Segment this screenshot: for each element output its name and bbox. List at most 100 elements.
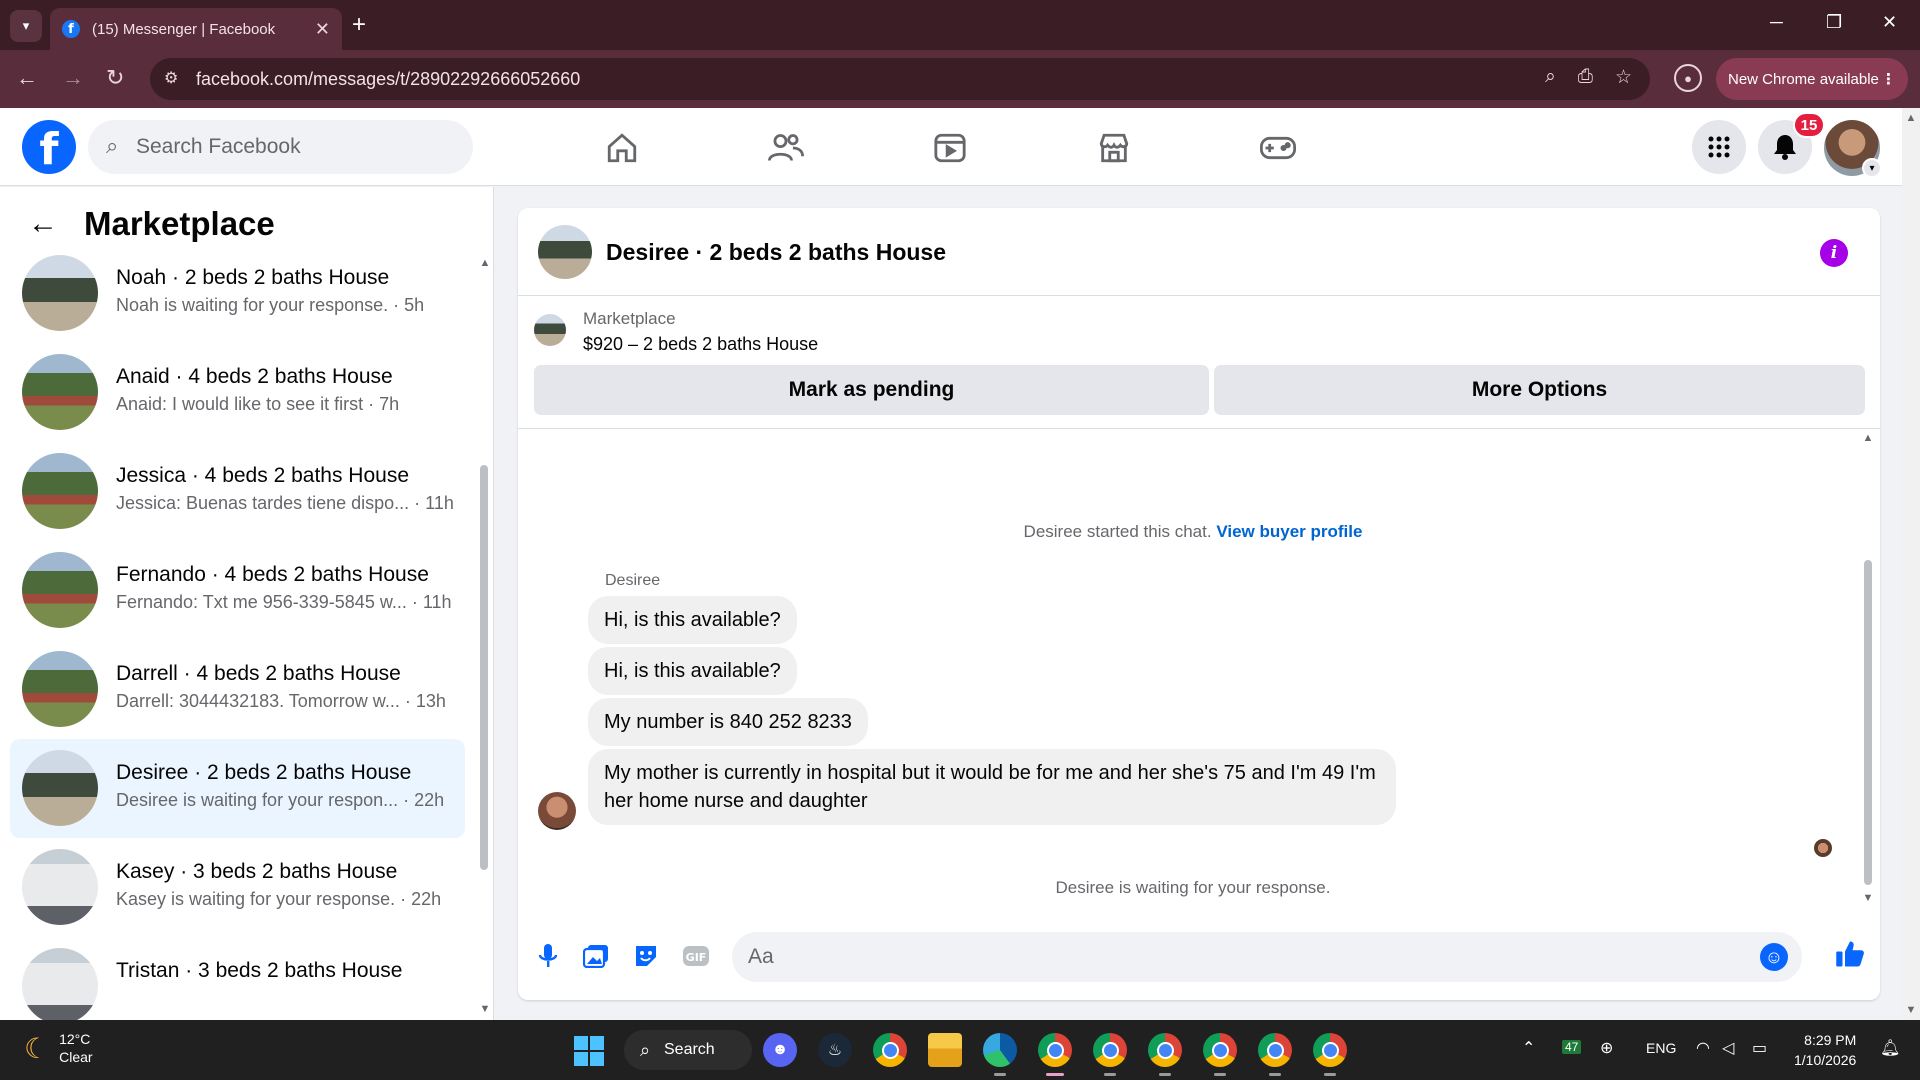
steam-icon[interactable]: ♨ bbox=[818, 1033, 852, 1067]
file-explorer-icon[interactable] bbox=[928, 1033, 962, 1067]
tab-close-icon[interactable]: ✕ bbox=[315, 19, 330, 40]
volume-icon[interactable]: ◁ bbox=[1722, 1038, 1734, 1058]
thumbs-up-icon[interactable] bbox=[1834, 938, 1866, 970]
url-text: facebook.com/messages/t/2890229266605266… bbox=[196, 68, 581, 89]
scroll-up-icon[interactable]: ▲ bbox=[1861, 432, 1875, 444]
new-chrome-available-button[interactable]: New Chrome available ⋮ bbox=[1716, 58, 1908, 100]
scroll-up-icon[interactable]: ▲ bbox=[1904, 112, 1918, 124]
discord-icon[interactable]: ☻ bbox=[763, 1033, 797, 1067]
messages-scrollbar[interactable]: ▲ ▼ bbox=[1861, 430, 1875, 910]
windows-start-icon[interactable] bbox=[574, 1036, 604, 1066]
sidebar-scroll-thumb[interactable] bbox=[480, 465, 488, 870]
chrome-profile-window-icon[interactable] bbox=[1203, 1033, 1237, 1076]
conversation-thumbnail bbox=[22, 948, 98, 1020]
conversation-item[interactable]: Noah · 2 beds 2 baths House Noah is waiti… bbox=[10, 244, 465, 343]
sender-avatar[interactable] bbox=[538, 792, 576, 830]
mark-as-pending-button[interactable]: Mark as pending bbox=[534, 365, 1209, 415]
conversation-item[interactable]: Fernando · 4 beds 2 baths House Fernando:… bbox=[10, 541, 465, 640]
listing-thumbnail[interactable] bbox=[534, 314, 566, 346]
message-input[interactable]: Aa ☺ bbox=[732, 932, 1802, 982]
bookmark-star-icon[interactable]: ☆ bbox=[1615, 66, 1632, 89]
taskbar-clock[interactable]: 8:29 PM 1/10/2026 bbox=[1794, 1030, 1856, 1070]
conversation-title: Kasey · 3 beds 2 baths House bbox=[116, 860, 398, 883]
minimize-icon[interactable]: ─ bbox=[1770, 12, 1783, 33]
network-globe-icon[interactable]: ⊕ bbox=[1600, 1038, 1613, 1058]
photo-icon[interactable] bbox=[582, 942, 610, 970]
scroll-down-icon[interactable]: ▼ bbox=[1904, 1004, 1918, 1016]
browser-tab[interactable]: f (15) Messenger | Facebook ✕ bbox=[50, 8, 342, 50]
zoom-icon[interactable]: ⌕ bbox=[1545, 66, 1556, 89]
taskbar-search[interactable]: ⌕ Search bbox=[624, 1030, 752, 1070]
tab-search-button[interactable]: ▾ bbox=[10, 10, 42, 42]
close-window-icon[interactable]: ✕ bbox=[1882, 12, 1897, 33]
clock-date: 1/10/2026 bbox=[1794, 1052, 1857, 1068]
reload-icon[interactable]: ↻ bbox=[106, 66, 124, 90]
site-info-icon[interactable]: ⚙ bbox=[164, 68, 178, 88]
chrome-profile-icon[interactable]: ● bbox=[1674, 64, 1702, 92]
weather-widget[interactable]: ☾ 12°C Clear bbox=[24, 1030, 93, 1066]
view-buyer-profile-link[interactable]: View buyer profile bbox=[1216, 522, 1362, 541]
conversation-item[interactable]: Tristan · 3 beds 2 baths House bbox=[10, 937, 465, 1020]
facebook-search-input[interactable]: ⌕ Search Facebook bbox=[88, 120, 473, 174]
sidebar-scrollbar[interactable]: ▲ ▼ bbox=[478, 187, 492, 1020]
chat-listing-avatar[interactable] bbox=[538, 225, 592, 279]
gif-icon[interactable]: GIF bbox=[682, 942, 710, 970]
chrome-icon[interactable] bbox=[873, 1033, 907, 1067]
chrome-profile-window-icon[interactable] bbox=[1258, 1033, 1292, 1076]
facebook-logo-icon[interactable]: f bbox=[22, 120, 76, 174]
conversation-item[interactable]: Darrell · 4 beds 2 baths House Darrell: 3… bbox=[10, 640, 465, 739]
address-bar[interactable]: ⚙ facebook.com/messages/t/28902292666052… bbox=[150, 58, 1650, 100]
tray-chevron-up-icon[interactable]: ⌃ bbox=[1522, 1038, 1535, 1058]
menu-grid-icon[interactable] bbox=[1692, 120, 1746, 174]
chrome-profile-window-icon[interactable] bbox=[1313, 1033, 1347, 1076]
page-scrollbar[interactable]: ▲ ▼ bbox=[1902, 108, 1920, 1020]
facebook-favicon-icon: f bbox=[62, 20, 80, 38]
scroll-down-icon[interactable]: ▼ bbox=[1861, 892, 1875, 904]
install-app-icon[interactable]: ⎙ bbox=[1578, 66, 1593, 89]
message-bubble[interactable]: My number is 840 252 8233 bbox=[588, 698, 868, 746]
scroll-down-icon[interactable]: ▼ bbox=[478, 1003, 492, 1015]
message-thread: Desiree started this chat. View buyer pr… bbox=[518, 430, 1880, 910]
back-arrow-icon[interactable]: ← bbox=[28, 207, 58, 241]
language-indicator[interactable]: ENG bbox=[1646, 1040, 1676, 1056]
conversation-item[interactable]: Kasey · 3 beds 2 baths House Kasey is wai… bbox=[10, 838, 465, 937]
microphone-icon[interactable] bbox=[534, 942, 562, 970]
conversation-item[interactable]: Desiree · 2 beds 2 baths House Desiree is… bbox=[10, 739, 465, 838]
new-tab-button[interactable]: + bbox=[352, 12, 366, 38]
gaming-nav-icon[interactable] bbox=[1256, 126, 1300, 170]
notification-center-icon[interactable]: 🔔︎ bbox=[1880, 1038, 1900, 1058]
listing-price[interactable]: $920 – 2 beds 2 baths House bbox=[583, 334, 818, 355]
message-bubble[interactable]: Hi, is this available? bbox=[588, 647, 797, 695]
message-bubble[interactable]: Hi, is this available? bbox=[588, 596, 797, 644]
messages-scroll-thumb[interactable] bbox=[1864, 560, 1872, 885]
restore-icon[interactable]: ❐ bbox=[1826, 12, 1842, 33]
battery-icon[interactable]: ▭ bbox=[1752, 1038, 1767, 1058]
conversation-item[interactable]: Jessica · 4 beds 2 baths House Jessica: B… bbox=[10, 442, 465, 541]
chrome-profile-window-icon[interactable] bbox=[1093, 1033, 1127, 1076]
message-bubble[interactable]: My mother is currently in hospital but i… bbox=[588, 749, 1396, 825]
sticker-icon[interactable] bbox=[632, 942, 660, 970]
back-icon[interactable]: ← bbox=[16, 66, 38, 90]
video-nav-icon[interactable] bbox=[928, 126, 972, 170]
chrome-profile-window-icon[interactable] bbox=[1148, 1033, 1182, 1076]
scroll-up-icon[interactable]: ▲ bbox=[478, 257, 492, 269]
listing-banner: Marketplace $920 – 2 beds 2 baths House … bbox=[518, 297, 1880, 429]
more-options-button[interactable]: More Options bbox=[1214, 365, 1865, 415]
forward-icon[interactable]: → bbox=[62, 66, 84, 90]
account-avatar[interactable]: ▾ bbox=[1824, 120, 1882, 178]
wifi-icon[interactable]: ◠ bbox=[1696, 1038, 1710, 1058]
conversation-title: Desiree · 2 beds 2 baths House bbox=[116, 761, 412, 784]
tray-app-badge[interactable]: 47 bbox=[1562, 1040, 1582, 1054]
conversation-thumbnail bbox=[22, 651, 98, 727]
marketplace-nav-icon[interactable] bbox=[1092, 126, 1136, 170]
info-icon[interactable]: i bbox=[1820, 239, 1848, 267]
friends-nav-icon[interactable] bbox=[764, 126, 808, 170]
edge-icon[interactable] bbox=[983, 1033, 1017, 1076]
conversation-sidebar: ← Marketplace Noah · 2 beds 2 baths Hous… bbox=[0, 187, 494, 1020]
emoji-icon[interactable]: ☺ bbox=[1760, 943, 1788, 971]
conversation-item[interactable]: Anaid · 4 beds 2 baths House Anaid: I wou… bbox=[10, 343, 465, 442]
chrome-profile-window-icon[interactable] bbox=[1038, 1033, 1072, 1076]
home-nav-icon[interactable] bbox=[600, 126, 644, 170]
browser-toolbar: ← → ↻ ⚙ facebook.com/messages/t/28902292… bbox=[0, 50, 1920, 108]
chat-title[interactable]: Desiree · 2 beds 2 baths House bbox=[606, 239, 946, 266]
